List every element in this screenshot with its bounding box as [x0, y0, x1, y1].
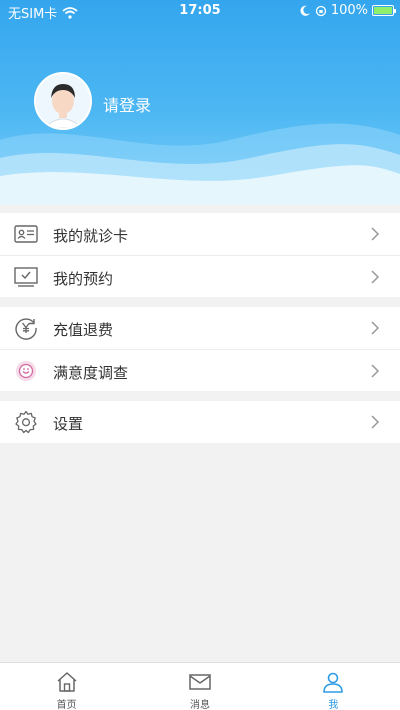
tab-label: 消息: [189, 700, 210, 710]
menu-item-settings[interactable]: 设置: [0, 401, 400, 443]
id-card-icon: [14, 225, 38, 243]
battery-icon: [372, 5, 396, 16]
menu-item-appointments[interactable]: 我的预约: [0, 255, 400, 297]
chevron-right-icon: [371, 270, 380, 284]
login-link[interactable]: 请登录: [103, 92, 151, 116]
tab-messages[interactable]: 消息: [133, 663, 266, 710]
gear-icon: [15, 410, 37, 434]
monitor-check-icon: [14, 267, 38, 287]
user-icon: [323, 672, 344, 693]
battery-percent: 100%: [330, 3, 368, 18]
chevron-right-icon: [371, 227, 380, 241]
menu-group-records: 我的就诊卡 我的预约: [0, 213, 400, 297]
yen-refund-icon: [15, 318, 37, 340]
tab-label: 首页: [56, 700, 77, 710]
menu-item-label: 设置: [53, 415, 84, 433]
tab-home[interactable]: 首页: [0, 663, 133, 710]
chevron-right-icon: [371, 364, 380, 378]
avatar-person-icon: [36, 74, 90, 128]
menu-item-satisfaction-survey[interactable]: 满意度调查: [0, 349, 400, 391]
menu-item-visit-card[interactable]: 我的就诊卡: [0, 213, 400, 255]
chevron-right-icon: [371, 415, 380, 429]
profile-header: 无SIM卡 17:05 100% 请登录: [0, 0, 400, 205]
menu-item-recharge-refund[interactable]: 充值退费: [0, 307, 400, 349]
status-bar: 无SIM卡 17:05 100%: [0, 0, 400, 22]
envelope-icon: [189, 674, 211, 690]
avatar[interactable]: [34, 72, 92, 130]
orientation-lock-icon: [315, 5, 326, 16]
menu-group-payments: 充值退费 满意度调查: [0, 307, 400, 391]
menu-item-label: 满意度调查: [53, 364, 129, 382]
menu-group-settings: 设置: [0, 401, 400, 443]
chevron-right-icon: [371, 321, 380, 335]
tab-me[interactable]: 我: [267, 663, 400, 710]
moon-icon: [300, 5, 310, 16]
home-icon: [57, 672, 77, 692]
tab-bar: 首页 消息 我: [0, 662, 400, 710]
menu-item-label: 我的就诊卡: [53, 227, 129, 245]
menu-item-label: 我的预约: [53, 270, 114, 288]
smiley-survey-icon: [16, 361, 36, 381]
tab-label: 我: [328, 700, 339, 710]
menu-item-label: 充值退费: [53, 321, 114, 339]
